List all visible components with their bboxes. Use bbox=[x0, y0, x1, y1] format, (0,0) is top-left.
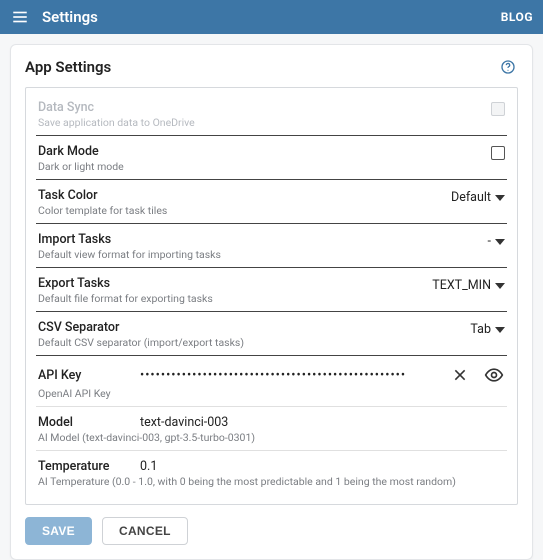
app-toolbar: Settings BLOG bbox=[0, 0, 543, 34]
setting-import-tasks: Import Tasks Default view format for imp… bbox=[36, 224, 507, 268]
setting-export-tasks: Export Tasks Default file format for exp… bbox=[36, 268, 507, 312]
setting-api-key: API Key ••••••••••••••••••••••••••••••••… bbox=[36, 356, 507, 407]
cancel-button[interactable]: CANCEL bbox=[102, 517, 188, 545]
csv-separator-label: CSV Separator bbox=[38, 320, 460, 335]
setting-data-sync: Data Sync Save application data to OneDr… bbox=[36, 92, 507, 136]
action-buttons: SAVE CANCEL bbox=[25, 517, 518, 545]
import-tasks-dropdown[interactable]: - bbox=[488, 234, 505, 249]
model-label: Model bbox=[38, 415, 126, 430]
data-sync-checkbox bbox=[491, 102, 505, 116]
export-tasks-value: TEXT_MIN bbox=[432, 278, 491, 293]
chevron-down-icon bbox=[495, 237, 505, 247]
blog-link[interactable]: BLOG bbox=[501, 10, 533, 24]
task-color-label: Task Color bbox=[38, 188, 441, 203]
csv-separator-sub: Default CSV separator (import/export tas… bbox=[38, 336, 460, 349]
menu-icon[interactable] bbox=[10, 7, 30, 27]
help-icon[interactable] bbox=[498, 57, 518, 77]
dark-mode-label: Dark Mode bbox=[38, 144, 481, 159]
export-tasks-dropdown[interactable]: TEXT_MIN bbox=[432, 278, 505, 293]
api-key-value[interactable]: ••••••••••••••••••••••••••••••••••••••••… bbox=[140, 368, 435, 383]
save-button[interactable]: SAVE bbox=[25, 517, 92, 545]
toggle-visibility-button[interactable] bbox=[483, 364, 505, 386]
temperature-value[interactable]: 0.1 bbox=[140, 459, 505, 474]
dark-mode-checkbox[interactable] bbox=[491, 146, 505, 160]
task-color-dropdown[interactable]: Default bbox=[451, 190, 505, 205]
temperature-sub: AI Temperature (0.0 - 1.0, with 0 being … bbox=[38, 475, 505, 488]
close-icon bbox=[452, 367, 468, 383]
setting-task-color: Task Color Color template for task tiles… bbox=[36, 180, 507, 224]
setting-temperature: Temperature 0.1 AI Temperature (0.0 - 1.… bbox=[36, 451, 507, 494]
csv-separator-dropdown[interactable]: Tab bbox=[470, 322, 505, 337]
export-tasks-sub: Default file format for exporting tasks bbox=[38, 292, 422, 305]
chevron-down-icon bbox=[495, 281, 505, 291]
import-tasks-label: Import Tasks bbox=[38, 232, 478, 247]
model-value[interactable]: text-davinci-003 bbox=[140, 415, 505, 430]
data-sync-label: Data Sync bbox=[38, 100, 481, 115]
chevron-down-icon bbox=[495, 325, 505, 335]
temperature-label: Temperature bbox=[38, 459, 126, 474]
card-header: App Settings bbox=[25, 57, 518, 77]
dark-mode-sub: Dark or light mode bbox=[38, 160, 481, 173]
settings-card: App Settings Data Sync Save application … bbox=[10, 44, 533, 560]
import-tasks-sub: Default view format for importing tasks bbox=[38, 248, 478, 261]
api-key-label: API Key bbox=[38, 368, 126, 383]
clear-api-key-button[interactable] bbox=[449, 364, 471, 386]
setting-csv-separator: CSV Separator Default CSV separator (imp… bbox=[36, 312, 507, 356]
api-key-sub: OpenAI API Key bbox=[38, 387, 505, 400]
setting-model: Model text-davinci-003 AI Model (text-da… bbox=[36, 407, 507, 451]
toolbar-title: Settings bbox=[42, 8, 98, 26]
settings-panel: Data Sync Save application data to OneDr… bbox=[25, 87, 518, 505]
chevron-down-icon bbox=[495, 193, 505, 203]
task-color-value: Default bbox=[451, 190, 491, 205]
data-sync-sub: Save application data to OneDrive bbox=[38, 116, 481, 129]
task-color-sub: Color template for task tiles bbox=[38, 204, 441, 217]
import-tasks-value: - bbox=[488, 234, 491, 249]
card-title: App Settings bbox=[25, 58, 111, 76]
export-tasks-label: Export Tasks bbox=[38, 276, 422, 291]
eye-icon bbox=[484, 365, 504, 385]
setting-dark-mode: Dark Mode Dark or light mode bbox=[36, 136, 507, 180]
model-sub: AI Model (text-davinci-003, gpt-3.5-turb… bbox=[38, 431, 505, 444]
csv-separator-value: Tab bbox=[470, 322, 491, 337]
